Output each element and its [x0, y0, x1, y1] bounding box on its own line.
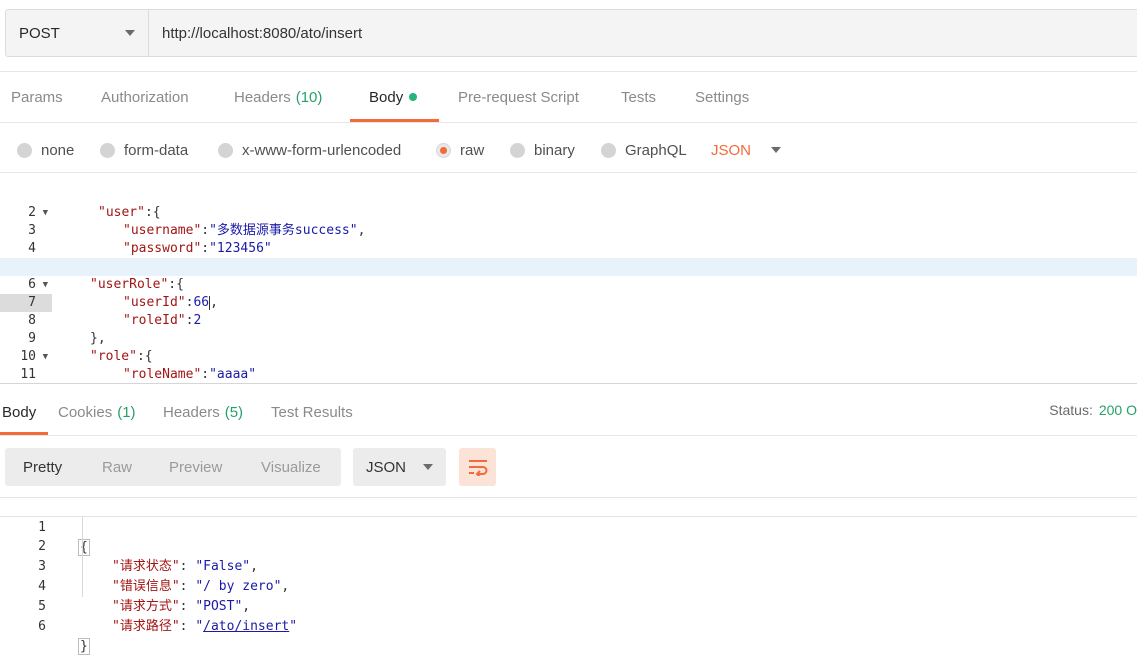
view-mode-segmented: Pretty Raw Preview Visualize [5, 448, 341, 486]
divider [0, 122, 1137, 123]
view-pretty[interactable]: Pretty [23, 448, 62, 486]
response-line: 6 } [38, 619, 90, 655]
pane-resizer[interactable] [0, 383, 1137, 384]
radio-graphql[interactable]: GraphQL [601, 130, 687, 170]
editor-line: 5 }, [0, 222, 1137, 274]
tab-response-headers[interactable]: Headers (5) [163, 389, 243, 435]
method-select[interactable]: POST [6, 10, 149, 56]
editor-line: 6 ▼ "userRole":{ [28, 277, 184, 292]
radio-raw[interactable]: raw [436, 130, 484, 170]
tab-headers[interactable]: Headers (10) [234, 72, 322, 122]
editor-line: 4 "password":"123456" [28, 241, 272, 256]
editor-line-active: 7 "userId":66, [0, 258, 1137, 312]
editor-line: 12 } [0, 348, 1137, 366]
radio-none[interactable]: none [17, 130, 74, 170]
tab-params[interactable]: Params [11, 72, 63, 122]
response-body-viewer[interactable]: 1 { 2 "请求状态": "False", 3 "错误信息": "/ by z… [0, 497, 1137, 655]
chevron-down-icon [423, 464, 433, 470]
status-label: Status: [1049, 402, 1093, 418]
radio-circle-icon [218, 142, 233, 158]
status-value: 200 O [1098, 402, 1137, 418]
radio-binary[interactable]: binary [510, 130, 575, 170]
url-text: http://localhost:8080/ato/insert [162, 24, 363, 42]
method-label: POST [19, 24, 60, 42]
body-format-label: JSON [711, 141, 752, 159]
chevron-down-icon [125, 30, 135, 36]
editor-line: 11 "roleName":"aaaa" [20, 367, 257, 382]
radio-selected-icon [436, 142, 451, 158]
response-line: 4 "请求方式": "POST", [38, 579, 251, 614]
response-headers-count: (5) [224, 403, 244, 421]
view-raw[interactable]: Raw [102, 448, 132, 486]
chevron-down-icon [771, 147, 782, 153]
editor-line: 13 } [0, 366, 1137, 383]
radio-circle-icon [510, 142, 525, 158]
body-type-radios: none form-data x-www-form-urlencoded raw… [0, 130, 1137, 170]
response-path-link[interactable]: /ato/insert [203, 619, 289, 634]
response-line: 5 "请求路径": "/ato/insert" [38, 599, 298, 634]
response-line: 2 "请求状态": "False", [38, 539, 258, 574]
response-line: 3 "错误信息": "/ by zero", [38, 559, 290, 594]
radio-circle-icon [100, 142, 115, 158]
divider [0, 435, 1137, 436]
tab-test-results[interactable]: Test Results [271, 389, 353, 435]
response-format-label: JSON [366, 458, 407, 476]
editor-line: 3 "username":"多数据源事务success", [28, 223, 366, 238]
tab-settings[interactable]: Settings [695, 72, 749, 122]
editor-line: 2 ▼ "user":{ [28, 205, 161, 220]
tab-authorization[interactable]: Authorization [101, 72, 189, 122]
modified-dot-icon [409, 93, 418, 101]
request-tabs: Params Authorization Headers (10) Body Pr… [0, 72, 1137, 122]
request-body-editor[interactable]: 2 ▼ "user":{ 3 "username":"多数据源事务success"… [0, 173, 1137, 383]
radio-x-www-form-urlencoded[interactable]: x-www-form-urlencoded [218, 130, 401, 170]
tab-pre-request-script[interactable]: Pre-request Script [458, 72, 579, 122]
tab-tests[interactable]: Tests [621, 72, 656, 122]
response-status: Status: 200 O [1049, 389, 1137, 431]
view-visualize[interactable]: Visualize [261, 448, 321, 486]
radio-form-data[interactable]: form-data [100, 130, 188, 170]
response-tabs: Body Cookies (1) Headers (5) Test Results … [0, 389, 1137, 435]
wrap-lines-button[interactable] [459, 448, 496, 486]
request-url-bar: POST http://localhost:8080/ato/insert [5, 9, 1137, 57]
body-format-select[interactable]: JSON [711, 130, 782, 170]
editor-line: 8 "roleId":2 [28, 313, 202, 328]
response-line: 1 { [0, 497, 1137, 556]
response-format-select[interactable]: JSON [353, 448, 446, 486]
cookies-count: (1) [117, 403, 136, 421]
headers-count: (10) [295, 88, 323, 106]
tab-body[interactable]: Body [369, 72, 418, 122]
radio-circle-icon [601, 142, 616, 158]
tab-response-body[interactable]: Body [2, 389, 36, 435]
wrap-lines-icon [468, 460, 487, 476]
editor-line: 10 ▼ "role":{ [20, 349, 153, 364]
tab-cookies[interactable]: Cookies (1) [58, 389, 136, 435]
editor-line: 9 }, [28, 331, 106, 346]
url-input[interactable]: http://localhost:8080/ato/insert [149, 10, 1137, 56]
radio-circle-icon [17, 142, 32, 158]
view-preview[interactable]: Preview [169, 448, 222, 486]
